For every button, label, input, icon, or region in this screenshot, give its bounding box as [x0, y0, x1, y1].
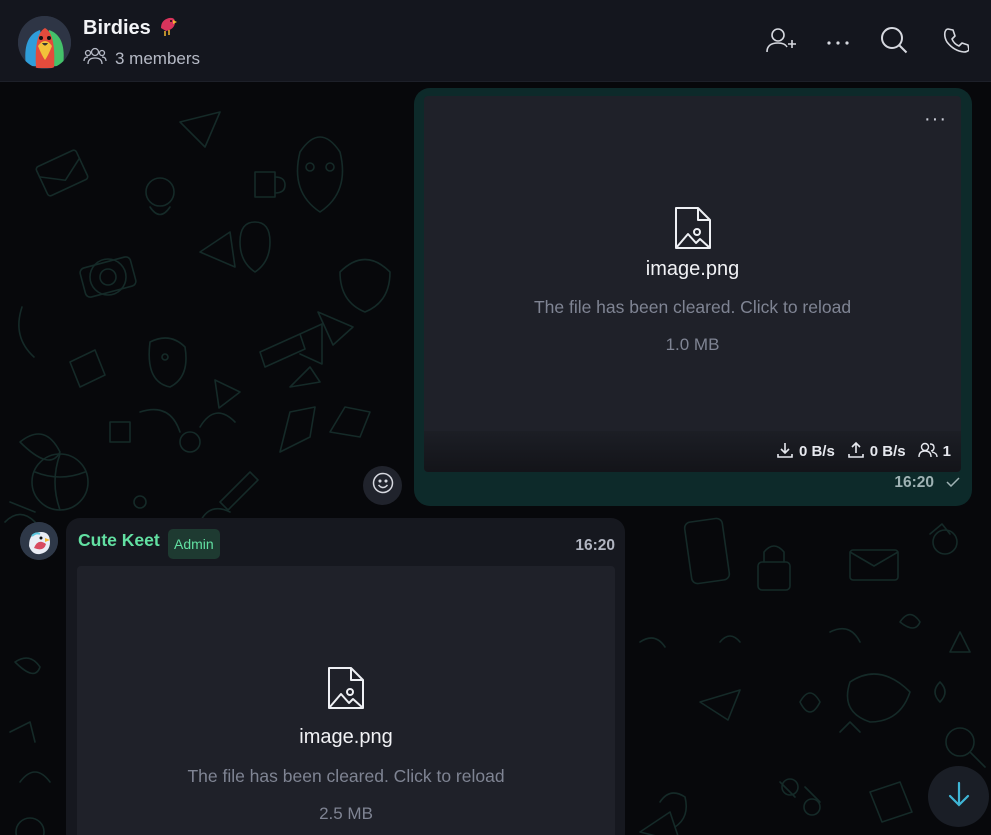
bird-emoji-icon: [157, 15, 179, 42]
more-icon: [826, 33, 850, 51]
message-time: 16:20: [575, 537, 615, 554]
file-name: image.png: [645, 258, 740, 280]
peers-count: 1: [942, 443, 951, 460]
chat-header: Birdies 3 members: [0, 0, 991, 82]
upload-speed: 0 B/s: [869, 443, 906, 460]
members-count[interactable]: 3 members: [115, 49, 200, 69]
image-file-icon: [673, 206, 713, 255]
upload-stat: 0 B/s: [847, 441, 906, 463]
admin-badge: Admin: [168, 529, 220, 559]
sent-check-icon: [946, 474, 960, 492]
scroll-to-bottom-button[interactable]: [928, 766, 989, 827]
file-attachment-card[interactable]: image.png The file has been cleared. Cli…: [77, 566, 615, 835]
add-member-icon: [766, 27, 798, 58]
file-menu-button[interactable]: ···: [924, 108, 947, 131]
file-attachment-card[interactable]: ··· image.png The file has been cleared.…: [424, 96, 961, 472]
call-button[interactable]: [940, 26, 972, 58]
image-file-icon: [326, 666, 366, 715]
reload-hint[interactable]: The file has been cleared. Click to relo…: [77, 766, 615, 787]
peers-icon: [917, 442, 938, 462]
search-button[interactable]: [878, 26, 910, 58]
sender-name[interactable]: Cute Keet: [78, 530, 160, 551]
group-avatar[interactable]: [18, 16, 71, 69]
download-stat: 0 B/s: [776, 441, 835, 463]
file-size: 1.0 MB: [665, 335, 720, 354]
upload-icon: [847, 441, 865, 463]
download-icon: [776, 441, 794, 463]
message-time: 16:20: [894, 474, 934, 491]
download-speed: 0 B/s: [798, 443, 835, 460]
arrow-down-icon: [947, 781, 971, 812]
smiley-icon: [372, 472, 394, 499]
search-icon: [880, 26, 908, 59]
chat-title[interactable]: Birdies: [83, 17, 151, 40]
more-button[interactable]: [822, 26, 854, 58]
transfer-stats-bar: 0 B/s 0 B/s 1: [424, 431, 961, 472]
outgoing-message[interactable]: ··· image.png The file has been cleared.…: [414, 88, 972, 506]
reload-hint[interactable]: The file has been cleared. Click to relo…: [424, 297, 961, 318]
members-icon: [83, 46, 107, 71]
file-size: 2.5 MB: [319, 804, 373, 823]
file-name: image.png: [299, 726, 393, 748]
sender-avatar[interactable]: [20, 522, 58, 560]
phone-icon: [943, 27, 970, 58]
peers-stat: 1: [917, 442, 951, 462]
incoming-message[interactable]: Cute Keet Admin 16:20 image.png The file…: [66, 518, 625, 835]
add-member-button[interactable]: [766, 26, 798, 58]
add-reaction-button[interactable]: [363, 466, 402, 505]
